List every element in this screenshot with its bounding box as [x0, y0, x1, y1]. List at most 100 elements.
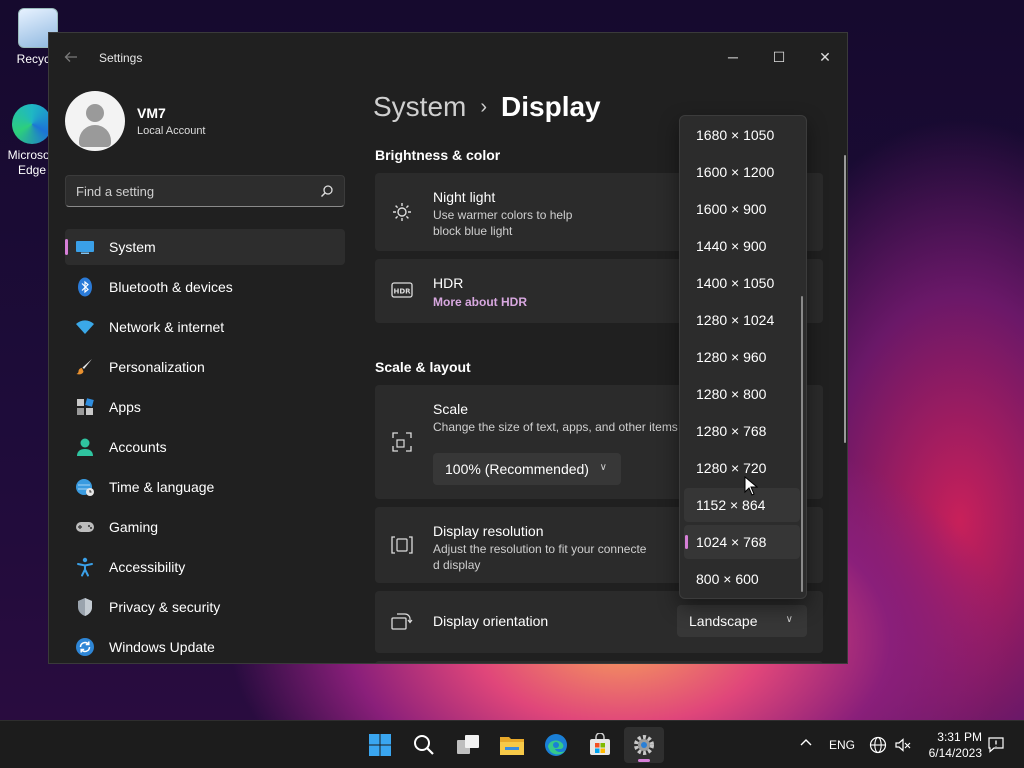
close-button[interactable]: ✕ — [802, 41, 847, 73]
user-profile[interactable]: VM7 Local Account — [65, 91, 365, 151]
update-icon — [75, 637, 95, 657]
orientation-icon — [391, 611, 413, 633]
account-type: Local Account — [137, 125, 206, 137]
resolution-option[interactable]: 800 × 600 — [684, 562, 800, 596]
avatar — [65, 91, 125, 151]
minimize-button[interactable]: ─ — [710, 41, 756, 73]
sidebar-item-label: Time & language — [109, 479, 215, 495]
sidebar-item-privacy-security[interactable]: Privacy & security — [65, 589, 345, 625]
resolution-option[interactable]: 1280 × 720 — [684, 451, 800, 485]
scale-value: 100% (Recommended) — [445, 461, 589, 477]
monitor-icon — [75, 237, 95, 257]
sidebar-item-windows-update[interactable]: Windows Update — [65, 629, 345, 663]
edge-taskbar-button[interactable] — [536, 727, 576, 763]
sidebar-item-network[interactable]: Network & internet — [65, 309, 345, 345]
sidebar-item-label: Network & internet — [109, 319, 225, 335]
resolution-option[interactable]: 1280 × 1024 — [684, 303, 800, 337]
sidebar-item-time-language[interactable]: Time & language — [65, 469, 345, 505]
display-resolution-title: Display resolution — [433, 523, 544, 539]
page-title: Display — [501, 91, 601, 122]
next-setting-card[interactable] — [375, 661, 823, 663]
user-name: VM7 — [137, 105, 166, 121]
sidebar-item-label: Accessibility — [109, 559, 186, 575]
file-explorer-button[interactable] — [492, 727, 532, 763]
title-bar[interactable]: Settings ─ ☐ ✕ — [49, 33, 847, 81]
resolution-option[interactable]: 1024 × 768 — [684, 525, 800, 559]
sidebar-item-gaming[interactable]: Gaming — [65, 509, 345, 545]
gamepad-icon — [75, 517, 95, 537]
resolution-option[interactable]: 1280 × 800 — [684, 377, 800, 411]
resolution-list-scrollbar[interactable] — [801, 296, 803, 592]
notification-icon — [988, 737, 1004, 753]
sidebar-item-label: Personalization — [109, 359, 205, 375]
resolution-option[interactable]: 1152 × 864 — [684, 488, 800, 522]
sidebar-item-personalization[interactable]: Personalization — [65, 349, 345, 385]
breadcrumb-parent[interactable]: System — [373, 91, 466, 123]
search-input[interactable] — [76, 176, 306, 206]
back-button[interactable] — [63, 49, 83, 67]
store-button[interactable] — [580, 727, 620, 763]
resolution-option[interactable]: 1280 × 768 — [684, 414, 800, 448]
bluetooth-icon — [75, 277, 95, 297]
resolution-option[interactable]: 1280 × 960 — [684, 340, 800, 374]
speaker-muted-icon — [895, 738, 911, 752]
resolution-option[interactable]: 1680 × 1050 — [684, 118, 800, 152]
start-button[interactable] — [360, 727, 400, 763]
settings-taskbar-button[interactable] — [624, 727, 664, 763]
resolution-option[interactable]: 1600 × 1200 — [684, 155, 800, 189]
display-orientation-card[interactable]: Display orientation Landscape ∨ — [375, 591, 823, 653]
more-about-hdr-link[interactable]: More about HDR — [433, 295, 527, 309]
search-icon[interactable] — [320, 184, 334, 198]
search-box[interactable] — [65, 175, 345, 207]
start-icon — [369, 734, 391, 756]
clock[interactable]: 3:31 PM 6/14/2023 — [912, 729, 982, 761]
store-icon — [590, 733, 610, 755]
globe-icon — [869, 736, 887, 754]
resolution-dropdown-list[interactable]: 1680 × 1050 1600 × 1200 1600 × 900 1440 × 9… — [679, 115, 807, 599]
section-title-scale-layout: Scale & layout — [375, 359, 471, 375]
brush-icon — [75, 357, 95, 377]
display-resolution-desc-line1: Adjust the resolution to fit your connec… — [433, 542, 647, 556]
sidebar-item-accounts[interactable]: Accounts — [65, 429, 345, 465]
volume-tray-button[interactable] — [893, 735, 913, 755]
svg-text:HDR: HDR — [393, 288, 411, 296]
sidebar-item-label: Accounts — [109, 439, 167, 455]
file-explorer-icon — [500, 737, 524, 755]
sidebar-item-label: Gaming — [109, 519, 159, 535]
show-hidden-icons-button[interactable] — [796, 735, 816, 755]
language-indicator[interactable]: ENG — [829, 738, 855, 752]
network-tray-button[interactable] — [868, 735, 888, 755]
mouse-cursor-icon — [744, 476, 758, 496]
sidebar-item-label: Bluetooth & devices — [109, 279, 233, 295]
section-title-brightness: Brightness & color — [375, 147, 501, 163]
settings-icon — [634, 735, 654, 755]
scale-dropdown[interactable]: 100% (Recommended) ∨ — [433, 453, 621, 485]
maximize-button[interactable]: ☐ — [756, 41, 802, 73]
chevron-down-icon: ∨ — [785, 614, 793, 625]
notifications-button[interactable] — [986, 735, 1006, 755]
night-light-desc-line1: Use warmer colors to help — [433, 208, 573, 222]
orientation-dropdown[interactable]: Landscape ∨ — [677, 605, 807, 637]
taskbar-search-button[interactable] — [404, 727, 444, 763]
close-icon: ✕ — [819, 48, 831, 65]
sidebar-item-label: System — [109, 239, 156, 255]
chevron-down-icon: ∨ — [599, 462, 607, 473]
sidebar-item-apps[interactable]: Apps — [65, 389, 345, 425]
sidebar-item-bluetooth[interactable]: Bluetooth & devices — [65, 269, 345, 305]
sidebar-item-system[interactable]: System — [65, 229, 345, 265]
sidebar-item-accessibility[interactable]: Accessibility — [65, 549, 345, 585]
arrow-left-icon — [64, 52, 77, 62]
search-icon — [414, 735, 434, 755]
sidebar-nav: System Bluetooth & devices Network & int… — [65, 229, 345, 663]
clock-time: 3:31 PM — [937, 730, 982, 744]
sidebar-item-label: Windows Update — [109, 639, 215, 655]
task-view-button[interactable] — [448, 727, 488, 763]
scale-desc: Change the size of text, apps, and other… — [433, 420, 678, 434]
edge-icon — [12, 104, 52, 144]
resolution-option[interactable]: 1400 × 1050 — [684, 266, 800, 300]
main-scrollbar[interactable] — [844, 155, 846, 443]
resolution-option[interactable]: 1440 × 900 — [684, 229, 800, 263]
sidebar-item-label: Apps — [109, 399, 141, 415]
resolution-option[interactable]: 1600 × 900 — [684, 192, 800, 226]
shield-icon — [75, 597, 95, 617]
